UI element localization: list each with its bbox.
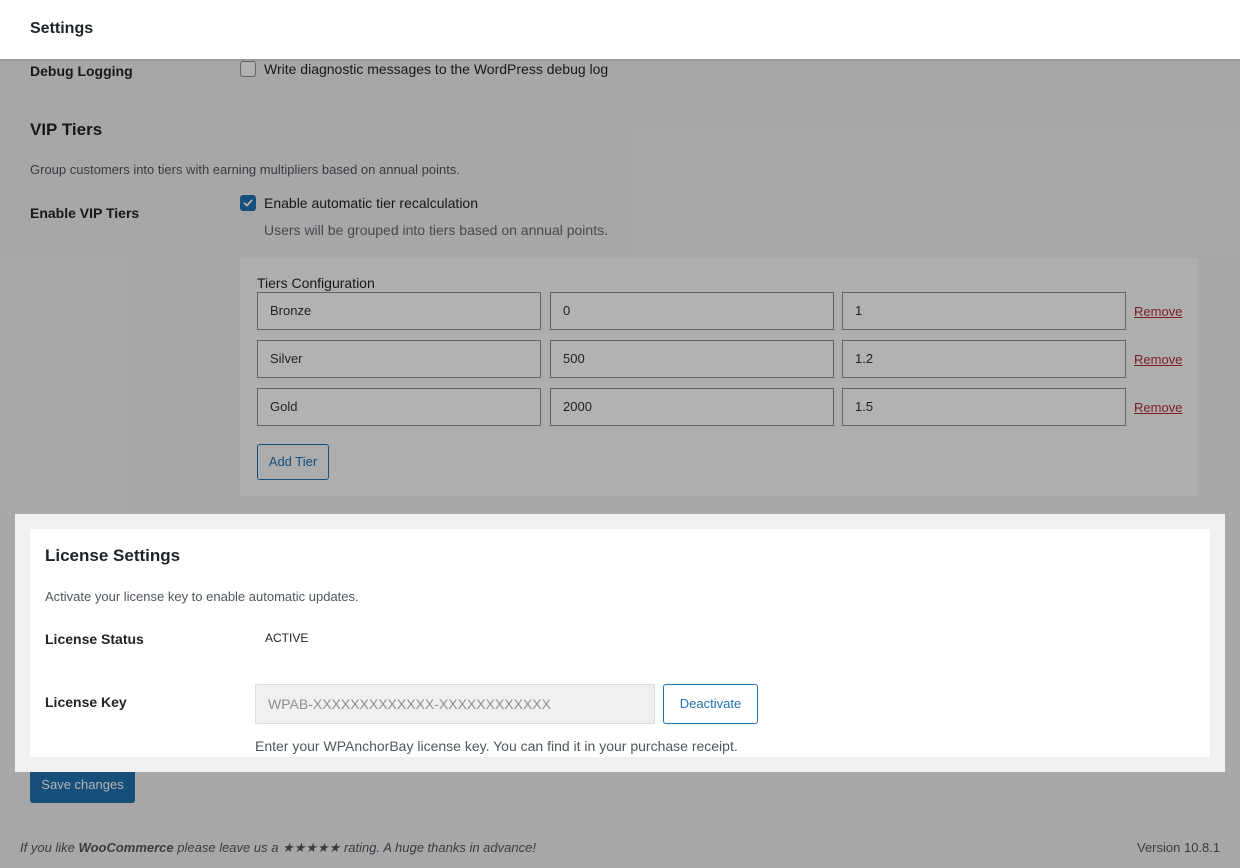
deactivate-button[interactable]: Deactivate bbox=[663, 684, 758, 724]
top-bar: Settings bbox=[0, 0, 1240, 59]
license-settings-description: Activate your license key to enable auto… bbox=[45, 589, 359, 604]
license-settings-highlight: License Settings Activate your license k… bbox=[15, 514, 1225, 772]
license-key-label: License Key bbox=[45, 694, 127, 710]
license-settings-card: License Settings Activate your license k… bbox=[30, 529, 1210, 757]
license-key-input[interactable]: WPAB-XXXXXXXXXXXXX-XXXXXXXXXXXX bbox=[255, 684, 655, 724]
page-title: Settings bbox=[30, 20, 94, 37]
license-status-value: ACTIVE bbox=[265, 631, 309, 645]
license-settings-title: License Settings bbox=[45, 546, 181, 565]
license-status-label: License Status bbox=[45, 631, 144, 647]
license-key-help: Enter your WPAnchorBay license key. You … bbox=[255, 738, 738, 754]
